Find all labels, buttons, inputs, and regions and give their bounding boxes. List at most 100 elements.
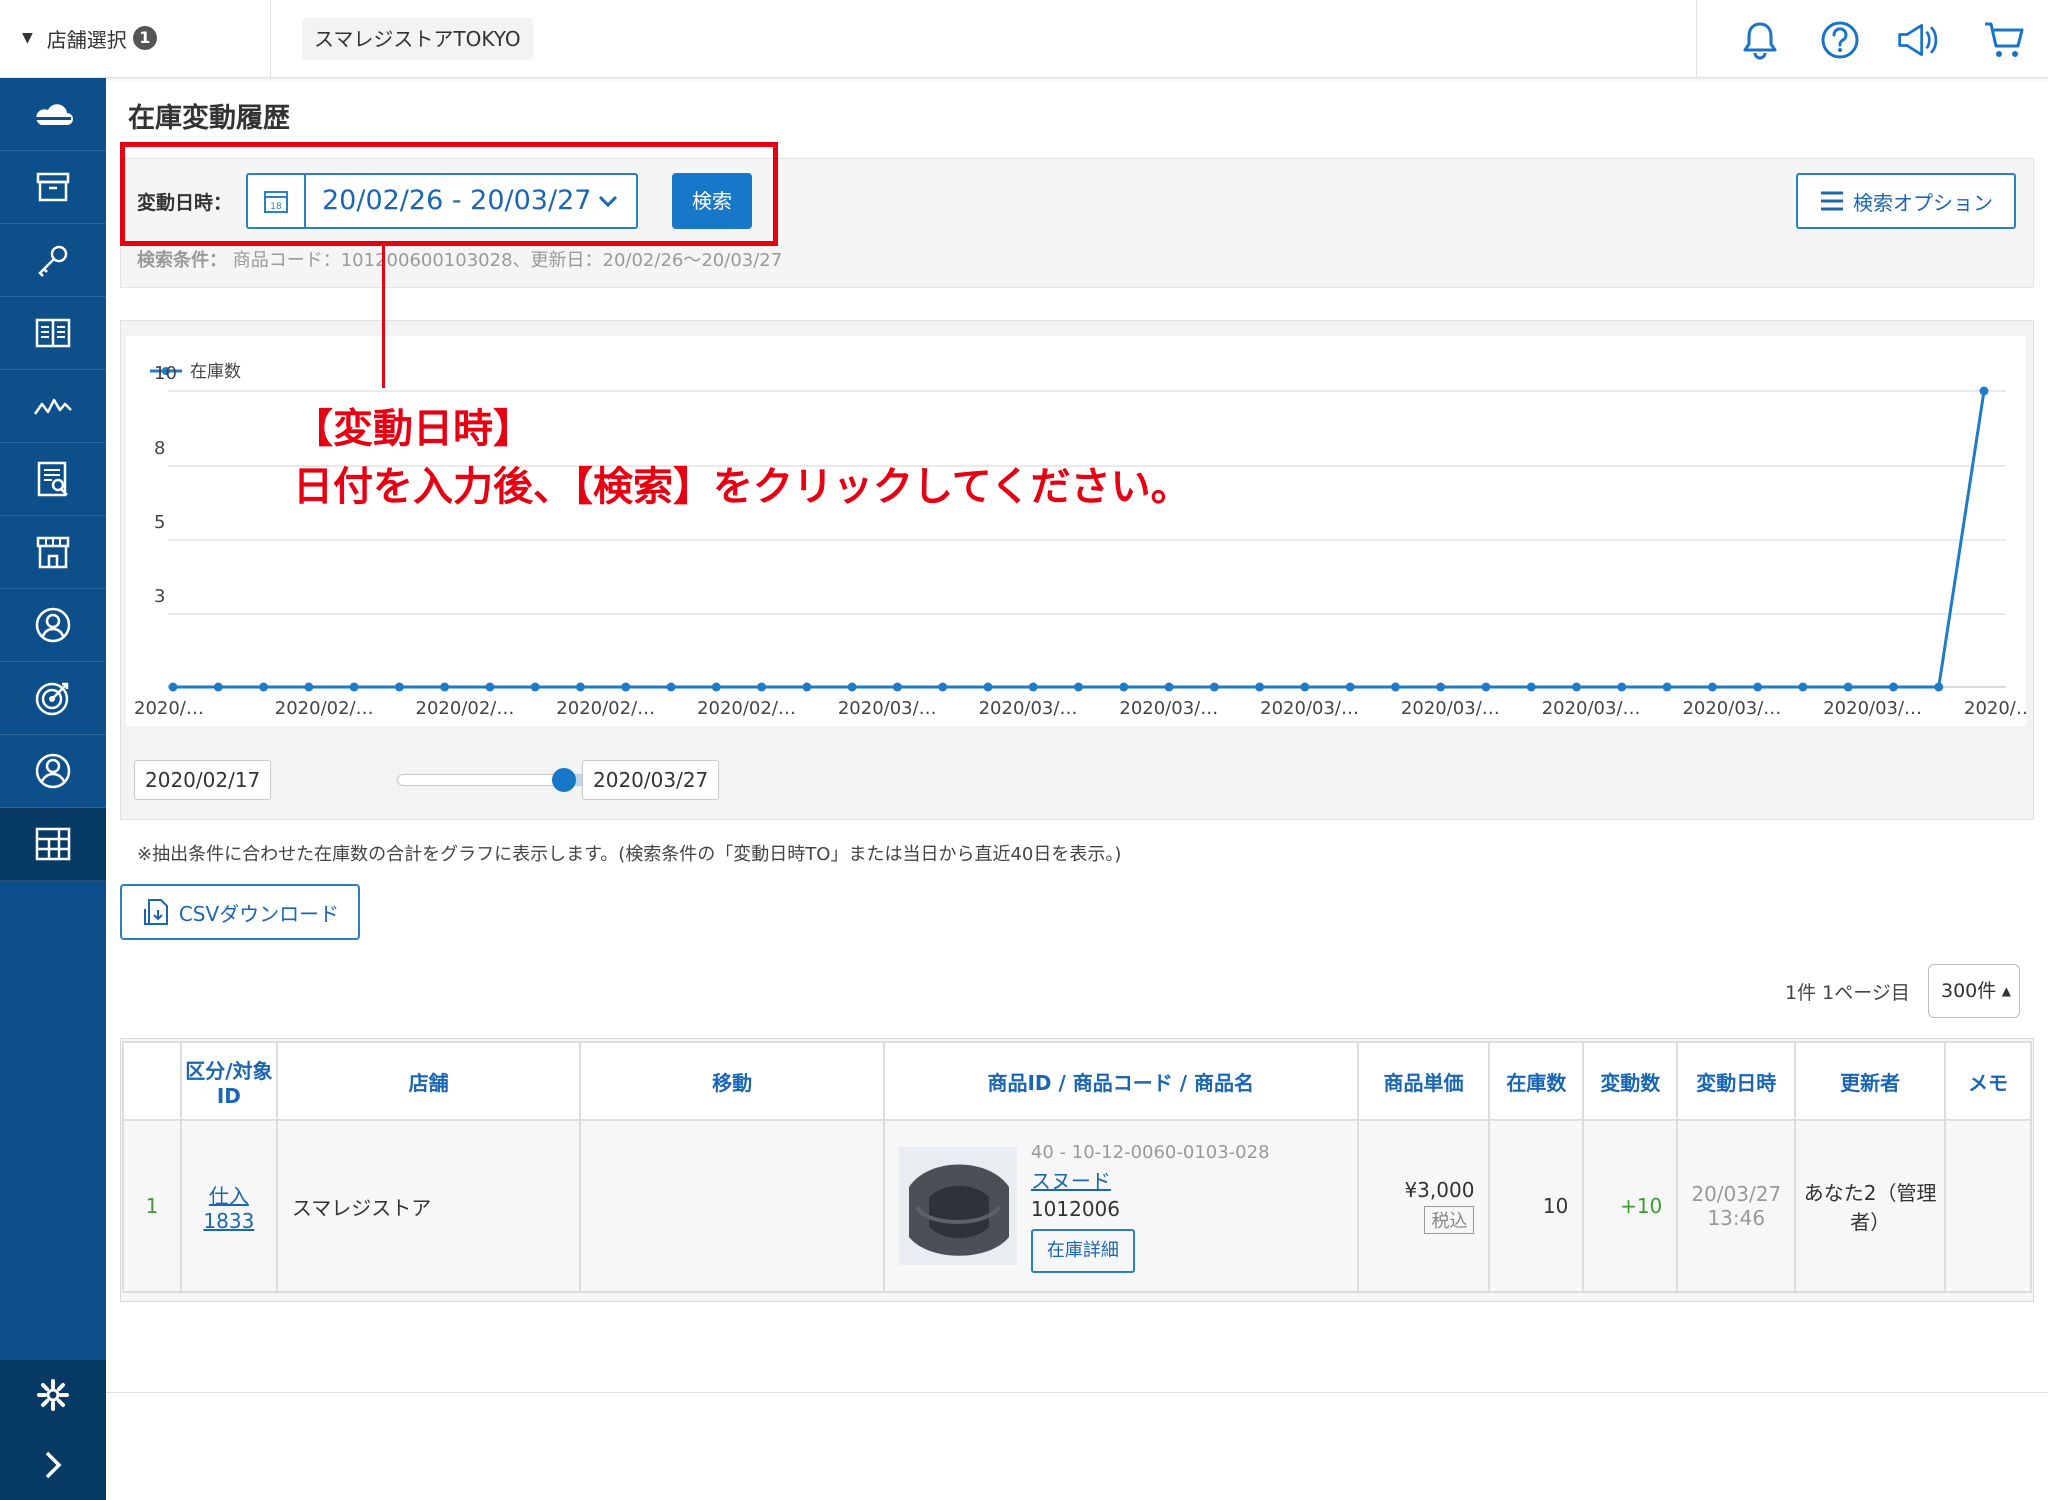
divider (270, 0, 271, 78)
data-point (304, 682, 314, 692)
sidebar-item-report[interactable] (0, 443, 106, 516)
range-slider-handle-start[interactable] (552, 768, 576, 792)
col-kind-id[interactable]: 区分/対象ID (179, 1041, 278, 1121)
col-move[interactable]: 移動 (579, 1041, 885, 1121)
cart-icon[interactable] (1982, 18, 2026, 62)
range-from-date[interactable]: 2020/02/17 (134, 760, 272, 800)
row-target-id-link[interactable]: 1833 (203, 1209, 254, 1233)
row-price-value: ¥3,000 (1404, 1178, 1475, 1202)
row-stock: 10 (1488, 1119, 1585, 1293)
x-tick-label: 2020/03/… (838, 698, 937, 719)
row-product-name-link[interactable]: スヌード (1031, 1169, 1111, 1193)
data-point (1707, 682, 1717, 692)
x-tick-label: 2020/03/… (1260, 698, 1359, 719)
bell-icon[interactable] (1738, 18, 1782, 62)
x-tick-label: 2020/03/… (979, 698, 1078, 719)
csv-download-button[interactable]: CSVダウンロード (120, 884, 360, 940)
data-point (485, 682, 495, 692)
store-count-badge: 1 (132, 26, 157, 50)
col-price[interactable]: 商品単価 (1356, 1041, 1491, 1121)
data-point (168, 682, 178, 692)
col-product[interactable]: 商品ID / 商品コード / 商品名 (882, 1041, 1359, 1121)
annotation-highlight-box (120, 142, 778, 246)
csv-download-label: CSVダウンロード (178, 901, 340, 926)
y-tick-label: 3 (154, 586, 165, 607)
stock-line-chart: 在庫数 10 8 5 3 2020/… 2020/02/… 2020/02/… 2020/02/… (126, 336, 2026, 726)
x-tick-label: 2020/02/… (556, 698, 655, 719)
x-tick-label: 2020/02/… (416, 698, 515, 719)
row-kind-link[interactable]: 仕入 (209, 1184, 249, 1208)
sidebar-item-customer[interactable] (0, 589, 106, 662)
annotation-line-2: 日付を入力後、【検索】をクリックしてください。 (293, 464, 1191, 510)
gear-icon (37, 1379, 69, 1411)
settings-button[interactable] (0, 1360, 106, 1430)
y-tick-label: 8 (154, 438, 165, 459)
page-title: 在庫変動履歴 (128, 103, 290, 134)
range-to-date[interactable]: 2020/03/27 (582, 760, 720, 800)
archive-icon (36, 172, 70, 202)
footer-divider (106, 1392, 2048, 1393)
chart-note: ※抽出条件に合わせた在庫数の合計をグラフに表示します。(検索条件の「変動日時TO… (137, 844, 1122, 865)
sidebar-item-user[interactable] (0, 735, 106, 808)
expand-sidebar-button[interactable] (0, 1430, 106, 1500)
col-memo[interactable]: メモ (1944, 1041, 2032, 1121)
sidebar-item-key[interactable] (0, 224, 106, 297)
x-tick-label: 2020/03/… (1682, 698, 1781, 719)
x-tick-label: 2020/03/… (1401, 698, 1500, 719)
key-icon (38, 245, 68, 277)
y-tick-label: 5 (154, 512, 165, 533)
help-icon[interactable] (1818, 18, 1862, 62)
store-select-dropdown[interactable]: ▼ 店舗選択 1 (22, 20, 157, 56)
data-point (575, 682, 585, 692)
x-tick-label: 2020/02/… (697, 698, 796, 719)
data-point (1164, 682, 1174, 692)
annotation-text: 【変動日時】 日付を入力後、【検索】をクリックしてください。 (293, 400, 1191, 516)
x-tick-label: 2020/03/… (1119, 698, 1218, 719)
col-updater[interactable]: 更新者 (1794, 1041, 1947, 1121)
data-point (666, 682, 676, 692)
stock-detail-button[interactable]: 在庫詳細 (1030, 1229, 1135, 1273)
sidebar-item-grid[interactable] (0, 808, 106, 881)
y-tick-label: 10 (154, 363, 177, 384)
data-point (1979, 386, 1989, 396)
row-date: 20/03/27 13:46 (1676, 1119, 1797, 1293)
data-point (1300, 682, 1310, 692)
megaphone-icon[interactable] (1896, 18, 1940, 62)
col-change[interactable]: 変動数 (1582, 1041, 1679, 1121)
x-tick-label: 2020/… (1964, 698, 2026, 719)
per-page-select[interactable]: 300件 ▲ (1928, 964, 2020, 1018)
row-time-value: 13:46 (1707, 1206, 1766, 1230)
data-point (1119, 682, 1129, 692)
date-range-slider: 2020/02/17 2020/03/27 (120, 740, 2034, 820)
user-icon (35, 753, 71, 789)
sidebar-item-target[interactable] (0, 662, 106, 735)
x-tick-label: 2020/… (134, 698, 204, 719)
customer-icon (35, 607, 71, 643)
data-point (1390, 682, 1400, 692)
sidebar-item-analytics[interactable] (0, 370, 106, 443)
sidebar-item-archive[interactable] (0, 151, 106, 224)
per-page-value: 300件 (1941, 980, 1997, 1002)
search-options-label: 検索オプション (1853, 190, 1993, 215)
x-tick-label: 2020/02/… (275, 698, 374, 719)
store-icon (36, 536, 70, 569)
data-point (802, 682, 812, 692)
product-thumbnail[interactable] (898, 1147, 1017, 1265)
col-store[interactable]: 店舗 (275, 1041, 582, 1121)
data-point (711, 682, 721, 692)
data-point (1526, 682, 1536, 692)
row-kind-id: 仕入 1833 (179, 1119, 278, 1293)
sidebar-item-book[interactable] (0, 297, 106, 370)
x-tick-label: 2020/03/… (1542, 698, 1641, 719)
data-point (1255, 682, 1265, 692)
sidebar-item-store[interactable] (0, 516, 106, 589)
col-date[interactable]: 変動日時 (1676, 1041, 1797, 1121)
data-point (1753, 682, 1763, 692)
search-options-button[interactable]: 検索オプション (1796, 173, 2016, 229)
search-condition-label: 検索条件： (137, 250, 227, 271)
sort-arrows-icon: ▲ (2001, 984, 2011, 998)
sidebar-item-cloud[interactable] (0, 78, 106, 151)
col-stock[interactable]: 在庫数 (1488, 1041, 1585, 1121)
caret-down-icon: ▼ (22, 30, 33, 46)
data-point (1209, 682, 1219, 692)
